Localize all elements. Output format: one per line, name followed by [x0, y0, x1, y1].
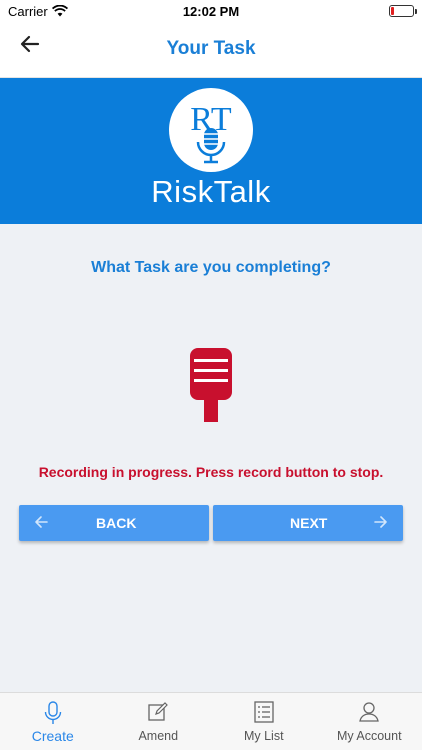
tab-label: Create: [31, 728, 74, 744]
battery-level: [391, 7, 394, 15]
list-icon: [211, 701, 317, 723]
edit-icon: [106, 701, 212, 723]
navigation-bar: Your Task: [0, 22, 422, 78]
tab-create[interactable]: Create: [0, 693, 106, 750]
task-question: What Task are you completing?: [91, 259, 331, 276]
arrow-left-icon: [33, 514, 49, 533]
arrow-right-icon: [373, 514, 389, 533]
back-button-label: BACK: [96, 515, 137, 531]
status-bar: Carrier 12:02 PM: [0, 0, 422, 22]
status-time: 12:02 PM: [182, 4, 240, 19]
back-button[interactable]: BACK: [19, 505, 209, 541]
tab-bar: Create Amend My List My Account: [0, 692, 422, 750]
recording-status-text: Recording in progress. Press record butt…: [38, 464, 384, 480]
next-button-label: NEXT: [290, 515, 328, 531]
tab-label: My Account: [336, 729, 402, 743]
page-title: Your Task: [166, 38, 256, 59]
next-button[interactable]: NEXT: [213, 505, 403, 541]
user-icon: [317, 701, 422, 723]
risktalk-logo-mark: RT: [190, 101, 232, 164]
logo-wordmark: RiskTalk: [151, 174, 271, 209]
microphone-icon: [0, 701, 106, 725]
tab-amend[interactable]: Amend: [106, 693, 212, 750]
tab-my-list[interactable]: My List: [211, 693, 317, 750]
record-button[interactable]: [189, 347, 233, 428]
tab-my-account[interactable]: My Account: [317, 693, 422, 750]
battery-icon: [389, 5, 417, 17]
tab-label: My List: [243, 729, 284, 743]
brand-banner: RT RiskTalk: [0, 78, 422, 224]
tab-label: Amend: [138, 729, 179, 743]
microphone-icon: [190, 348, 232, 422]
logo: RT: [169, 88, 253, 172]
